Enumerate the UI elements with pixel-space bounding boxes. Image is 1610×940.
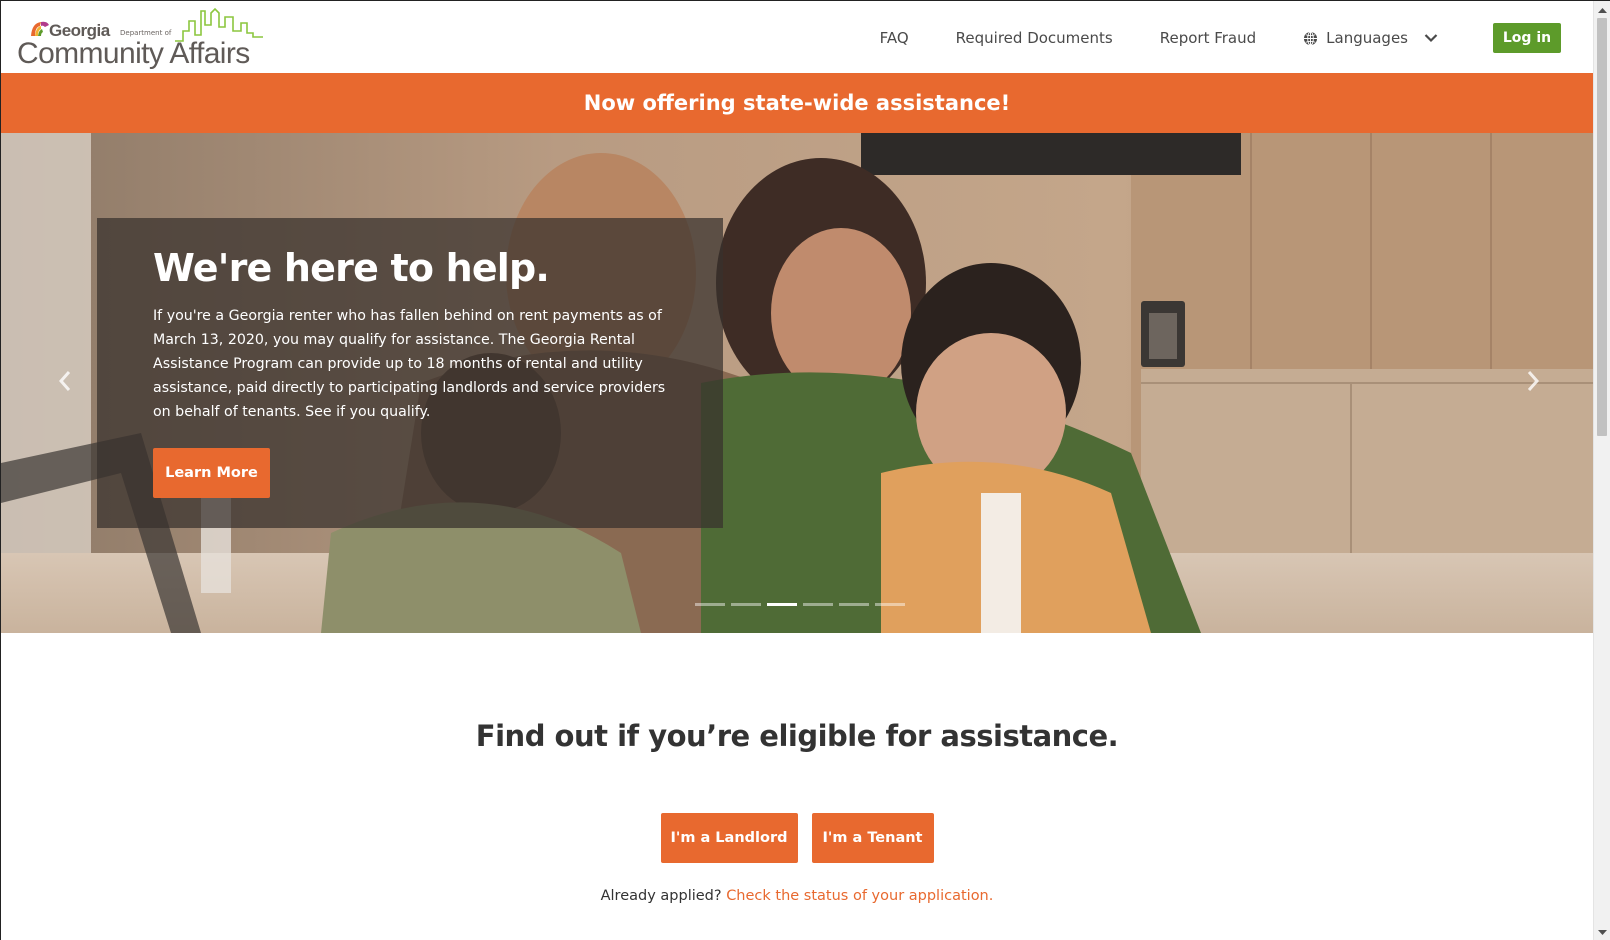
chevron-left-icon: [58, 371, 71, 391]
scroll-up-arrow-icon[interactable]: [1594, 1, 1610, 18]
dca-logo[interactable]: Georgia Department of Community Affairs: [17, 7, 263, 70]
vertical-scrollbar[interactable]: [1593, 1, 1610, 940]
carousel-prev-button[interactable]: [51, 367, 79, 395]
rainbow-logo-icon: [31, 21, 49, 36]
chevron-right-icon: [1527, 371, 1540, 391]
logo-name: Community Affairs: [17, 37, 250, 70]
languages-dropdown[interactable]: Languages: [1303, 29, 1438, 47]
eligibility-buttons: I'm a Landlord I'm a Tenant: [1, 813, 1593, 863]
banner-text: Now offering state-wide assistance!: [583, 91, 1011, 115]
languages-label: Languages: [1326, 29, 1408, 47]
carousel-indicator-4[interactable]: [803, 603, 833, 606]
carousel-indicator-5[interactable]: [839, 603, 869, 606]
hero-title: We're here to help.: [153, 246, 550, 290]
login-button[interactable]: Log in: [1493, 23, 1561, 53]
nav-faq[interactable]: FAQ: [880, 23, 909, 53]
carousel-indicator-2[interactable]: [731, 603, 761, 606]
application-status-line: Already applied? Check the status of you…: [1, 888, 1593, 904]
carousel-indicator-1[interactable]: [695, 603, 725, 606]
scrollbar-thumb[interactable]: [1597, 18, 1607, 436]
tenant-button[interactable]: I'm a Tenant: [811, 813, 934, 863]
chevron-down-icon: [1424, 33, 1438, 43]
learn-more-button[interactable]: Learn More: [153, 448, 270, 498]
scroll-down-arrow-icon[interactable]: [1594, 924, 1610, 940]
nav-report-fraud[interactable]: Report Fraud: [1160, 23, 1256, 53]
announcement-banner: Now offering state-wide assistance!: [1, 73, 1593, 133]
already-applied-text: Already applied?: [600, 888, 727, 904]
check-status-link[interactable]: Check the status of your application.: [726, 888, 993, 904]
page: Georgia Department of Community Affairs …: [0, 0, 1610, 940]
hero-description: If you're a Georgia renter who has falle…: [153, 308, 666, 420]
hero-caption-card: We're here to help. If you're a Georgia …: [97, 218, 723, 528]
carousel-indicator-6[interactable]: [875, 603, 905, 606]
carousel-indicators: [695, 603, 911, 606]
nav-required-documents[interactable]: Required Documents: [956, 23, 1113, 53]
landlord-button[interactable]: I'm a Landlord: [660, 813, 798, 863]
eligibility-heading: Find out if you’re eligible for assistan…: [475, 719, 1119, 753]
site-header: Georgia Department of Community Affairs …: [1, 1, 1593, 73]
carousel-indicator-3[interactable]: [767, 603, 797, 606]
main-nav: FAQ Required Documents Report Fraud Lang…: [833, 23, 1561, 53]
carousel-next-button[interactable]: [1519, 367, 1547, 395]
globe-icon: [1303, 30, 1318, 46]
hero-carousel: We're here to help. If you're a Georgia …: [1, 133, 1593, 633]
logo-department: Department of: [120, 29, 172, 37]
